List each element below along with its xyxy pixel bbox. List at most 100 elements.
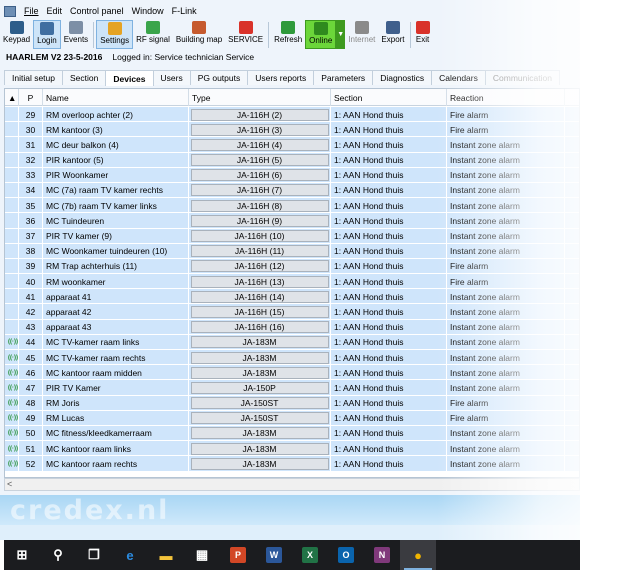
cell-type[interactable]: JA-116H (9) bbox=[189, 213, 331, 229]
tab-users[interactable]: Users bbox=[152, 70, 191, 85]
cell-reaction[interactable]: Instant zone alarm bbox=[447, 137, 565, 153]
cell-name[interactable]: MC kantoor raam rechts bbox=[43, 456, 189, 472]
cell-name[interactable]: MC TV-kamer raam rechts bbox=[43, 350, 189, 365]
cell-reaction[interactable]: Instant zone alarm bbox=[447, 213, 565, 229]
cell-reaction[interactable]: Fire alarm bbox=[447, 410, 565, 426]
device-type-button[interactable]: JA-116H (13) bbox=[190, 275, 329, 288]
cell-type[interactable]: JA-183M bbox=[189, 456, 331, 472]
cell-section[interactable]: 1: AAN Hond thuis bbox=[331, 456, 447, 472]
taskbar-item[interactable]: ⚲ bbox=[40, 540, 76, 570]
cell-type[interactable]: JA-116H (7) bbox=[189, 182, 331, 198]
cell-section[interactable]: 1: AAN Hond thuis bbox=[331, 274, 447, 290]
taskbar-item[interactable]: X bbox=[292, 540, 328, 570]
tab-calendars[interactable]: Calendars bbox=[431, 70, 486, 85]
cell-name[interactable]: RM Joris bbox=[43, 395, 189, 411]
device-type-button[interactable]: JA-116H (12) bbox=[190, 260, 329, 273]
table-row[interactable]: 29 RM overloop achter (2) JA-116H (2) 1: AA… bbox=[5, 107, 579, 123]
cell-section[interactable]: 1: AAN Hond thuis bbox=[331, 182, 447, 198]
device-type-button[interactable]: JA-116H (6) bbox=[190, 169, 329, 182]
device-type-button[interactable]: JA-116H (4) bbox=[190, 138, 329, 151]
device-type-button[interactable]: JA-116H (11) bbox=[190, 245, 329, 258]
table-row[interactable]: 34 MC (7a) raam TV kamer rechts JA-116H (7… bbox=[5, 182, 579, 199]
cell-name[interactable]: MC (7a) raam TV kamer rechts bbox=[43, 182, 189, 198]
cell-type[interactable]: JA-150ST bbox=[189, 410, 331, 426]
cell-section[interactable]: 1: AAN Hond thuis bbox=[331, 107, 447, 122]
cell-type[interactable]: JA-150P bbox=[189, 380, 331, 396]
device-type-button[interactable]: JA-183M bbox=[190, 442, 329, 455]
taskbar-item[interactable]: ▬ bbox=[148, 540, 184, 570]
cell-section[interactable]: 1: AAN Hond thuis bbox=[331, 319, 447, 335]
cell-reaction[interactable]: Instant zone alarm bbox=[447, 289, 565, 305]
table-row[interactable]: 32 PIR kantoor (5) JA-116H (5) 1: AAN Hond … bbox=[5, 152, 579, 168]
cell-reaction[interactable]: Fire alarm bbox=[447, 122, 565, 138]
cell-reaction[interactable]: Instant zone alarm bbox=[447, 441, 565, 457]
taskbar-item[interactable]: N bbox=[364, 540, 400, 570]
table-row[interactable]: 41 apparaat 41 JA-116H (14) 1: AAN Hond thu… bbox=[5, 289, 579, 305]
cell-type[interactable]: JA-116H (12) bbox=[189, 258, 331, 274]
device-type-button[interactable]: JA-116H (2) bbox=[190, 108, 329, 121]
device-type-button[interactable]: JA-116H (16) bbox=[190, 321, 329, 334]
cell-reaction[interactable]: Instant zone alarm bbox=[447, 152, 565, 168]
tab-parameters[interactable]: Parameters bbox=[313, 70, 374, 85]
cell-reaction[interactable]: Fire alarm bbox=[447, 107, 565, 122]
cell-section[interactable]: 1: AAN Hond thuis bbox=[331, 365, 447, 381]
cell-name[interactable]: MC kantoor raam links bbox=[43, 441, 189, 457]
cell-name[interactable]: MC Woonkamer tuindeuren (10) bbox=[43, 243, 189, 259]
cell-type[interactable]: JA-116H (3) bbox=[189, 122, 331, 138]
cell-section[interactable]: 1: AAN Hond thuis bbox=[331, 289, 447, 305]
cell-section[interactable]: 1: AAN Hond thuis bbox=[331, 441, 447, 457]
tab-devices[interactable]: Devices bbox=[105, 70, 154, 86]
cell-name[interactable]: RM kantoor (3) bbox=[43, 122, 189, 138]
cell-type[interactable]: JA-116H (13) bbox=[189, 274, 331, 290]
cell-section[interactable]: 1: AAN Hond thuis bbox=[331, 334, 447, 350]
table-row[interactable]: 42 apparaat 42 JA-116H (15) 1: AAN Hond thu… bbox=[5, 304, 579, 320]
taskbar-item[interactable]: ● bbox=[400, 540, 436, 570]
device-type-button[interactable]: JA-150ST bbox=[190, 397, 329, 410]
device-type-button[interactable]: JA-116H (5) bbox=[190, 154, 329, 167]
table-row[interactable]: ((·)) 49 RM Lucas JA-150ST 1: AAN Hond thuis… bbox=[5, 410, 579, 426]
menu-f-link[interactable]: F-Link bbox=[172, 6, 197, 16]
cell-section[interactable]: 1: AAN Hond thuis bbox=[331, 410, 447, 426]
sort-arrow-icon[interactable]: ▲ bbox=[5, 89, 19, 106]
taskbar-item[interactable]: e bbox=[112, 540, 148, 570]
table-row[interactable]: 31 MC deur balkon (4) JA-116H (4) 1: AAN Ho… bbox=[5, 137, 579, 153]
column-header-extra[interactable] bbox=[565, 89, 579, 106]
menu-edit[interactable]: Edit bbox=[47, 6, 63, 16]
export-button[interactable]: Export bbox=[378, 20, 407, 49]
cell-name[interactable]: apparaat 42 bbox=[43, 304, 189, 320]
cell-name[interactable]: MC fitness/kleedkamerraam bbox=[43, 425, 189, 441]
cell-name[interactable]: RM Trap achterhuis (11) bbox=[43, 258, 189, 274]
tab-section[interactable]: Section bbox=[62, 70, 107, 85]
cell-section[interactable]: 1: AAN Hond thuis bbox=[331, 198, 447, 214]
table-row[interactable]: 38 MC Woonkamer tuindeuren (10) JA-116H (1… bbox=[5, 243, 579, 259]
cell-section[interactable]: 1: AAN Hond thuis bbox=[331, 167, 447, 183]
cell-name[interactable]: MC kantoor raam midden bbox=[43, 365, 189, 381]
cell-section[interactable]: 1: AAN Hond thuis bbox=[331, 213, 447, 229]
table-row[interactable]: ((·)) 51 MC kantoor raam links JA-183M 1: AA… bbox=[5, 441, 579, 457]
cell-name[interactable]: apparaat 43 bbox=[43, 319, 189, 335]
online-dropdown-icon[interactable]: ▼ bbox=[336, 20, 346, 49]
cell-reaction[interactable]: Instant zone alarm bbox=[447, 198, 565, 214]
device-type-button[interactable]: JA-116H (9) bbox=[190, 214, 329, 227]
device-type-button[interactable]: JA-150P bbox=[190, 381, 329, 394]
cell-section[interactable]: 1: AAN Hond thuis bbox=[331, 243, 447, 259]
cell-type[interactable]: JA-116H (16) bbox=[189, 319, 331, 335]
keypad-button[interactable]: Keypad bbox=[0, 20, 33, 49]
cell-section[interactable]: 1: AAN Hond thuis bbox=[331, 380, 447, 396]
horizontal-scrollbar[interactable]: < bbox=[4, 478, 580, 491]
cell-name[interactable]: RM woonkamer bbox=[43, 274, 189, 290]
cell-type[interactable]: JA-116H (4) bbox=[189, 137, 331, 153]
column-header-name[interactable]: Name bbox=[43, 89, 189, 106]
cell-reaction[interactable]: Fire alarm bbox=[447, 274, 565, 290]
cell-type[interactable]: JA-150ST bbox=[189, 395, 331, 411]
cell-reaction[interactable]: Instant zone alarm bbox=[447, 334, 565, 350]
device-type-button[interactable]: JA-116H (7) bbox=[190, 184, 329, 197]
events-button[interactable]: Events bbox=[61, 20, 91, 49]
cell-reaction[interactable]: Instant zone alarm bbox=[447, 319, 565, 335]
table-row[interactable]: ((·)) 50 MC fitness/kleedkamerraam JA-183M 1… bbox=[5, 425, 579, 442]
cell-reaction[interactable]: Instant zone alarm bbox=[447, 243, 565, 259]
device-type-button[interactable]: JA-116H (10) bbox=[190, 230, 329, 242]
device-type-button[interactable]: JA-116H (8) bbox=[190, 199, 329, 212]
cell-name[interactable]: MC (7b) raam TV kamer links bbox=[43, 198, 189, 214]
login-button[interactable]: Login bbox=[33, 20, 61, 49]
